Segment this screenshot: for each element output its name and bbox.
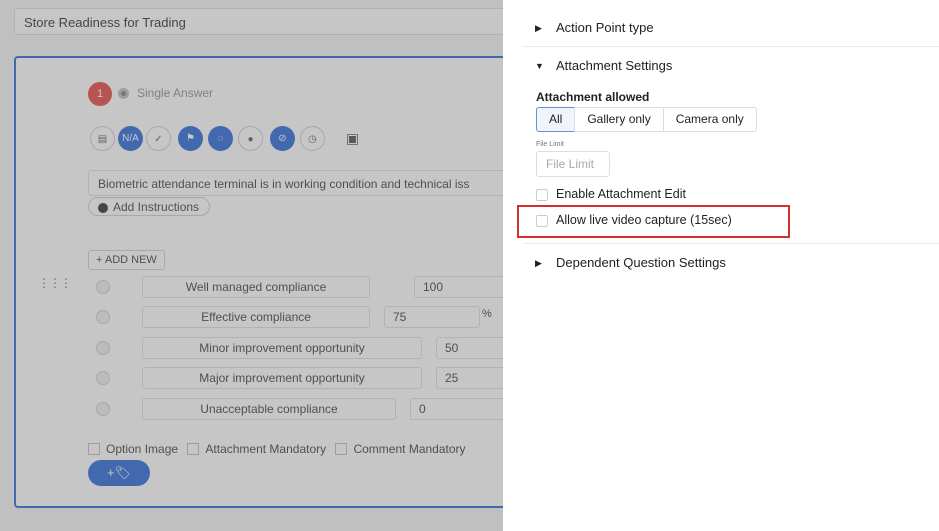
file-limit-input[interactable]: File Limit <box>536 151 610 177</box>
option-score[interactable]: 100 <box>414 276 503 298</box>
option-settings-row: Option Image Attachment Mandatory Commen… <box>88 442 472 456</box>
messages-icon[interactable]: ▣ <box>340 126 365 151</box>
attachment-option-all[interactable]: All <box>536 107 576 132</box>
option-score[interactable]: 50 <box>436 337 503 359</box>
option-image-label: Option Image <box>106 442 179 456</box>
clock-icon[interactable]: ◷ <box>300 126 325 151</box>
section-title: Dependent Question Settings <box>556 255 726 270</box>
attachment-option-camera[interactable]: Camera only <box>662 107 757 132</box>
option-score[interactable]: 25 <box>436 367 503 389</box>
add-instructions-button[interactable]: Add Instructions <box>88 197 211 216</box>
question-type-label: Single Answer <box>137 86 214 100</box>
percent-sign: % <box>482 308 492 320</box>
na-icon[interactable]: N/A <box>118 126 143 151</box>
option-label[interactable]: Well managed compliance <box>142 276 370 298</box>
drag-handle-icon[interactable]: ⋮⋮⋮ <box>38 276 72 290</box>
option-label[interactable]: Minor improvement opportunity <box>142 337 422 359</box>
section-title: Action Point type <box>556 20 654 35</box>
attachment-mandatory-checkbox[interactable] <box>187 443 200 455</box>
option-radio[interactable] <box>96 280 110 294</box>
chat-icon[interactable]: ◌ <box>208 126 233 151</box>
file-limit-label: File Limit <box>536 141 565 148</box>
option-radio[interactable] <box>96 310 110 324</box>
section-title: Attachment Settings <box>556 58 673 73</box>
check-icon[interactable]: ✓ <box>146 126 171 151</box>
attachment-option-gallery[interactable]: Gallery only <box>574 107 664 132</box>
highlight-box <box>517 205 790 238</box>
attachment-mandatory-label: Attachment Mandatory <box>205 442 327 456</box>
comment-icon[interactable]: ● <box>238 126 263 151</box>
form-title-input[interactable]: Store Readiness for Trading <box>14 8 503 35</box>
attachment-allowed-segment: All Gallery only Camera only <box>536 107 757 132</box>
comment-mandatory-checkbox[interactable] <box>335 443 348 455</box>
comment-mandatory-label: Comment Mandatory <box>353 442 466 456</box>
question-type-radio-icon[interactable] <box>118 88 129 99</box>
option-image-checkbox[interactable] <box>88 443 100 455</box>
caret-down-icon: ▼ <box>535 61 544 71</box>
question-editor: Store Readiness for Trading 1 Single Ans… <box>0 0 503 531</box>
option-radio[interactable] <box>96 341 110 355</box>
enable-attachment-edit-label: Enable Attachment Edit <box>556 187 686 201</box>
dependent-question-settings-section[interactable]: ▶ Dependent Question Settings <box>523 244 939 282</box>
enable-attachment-edit-checkbox[interactable] <box>536 189 548 201</box>
bullet-icon <box>98 203 108 213</box>
option-score[interactable]: 75 <box>384 306 480 328</box>
option-radio[interactable] <box>96 402 110 416</box>
option-score[interactable]: 0 <box>410 398 503 420</box>
caret-right-icon: ▶ <box>535 23 542 33</box>
option-label[interactable]: Unacceptable compliance <box>142 398 396 420</box>
option-radio[interactable] <box>96 371 110 385</box>
action-point-type-section[interactable]: ▶ Action Point type <box>523 9 939 47</box>
settings-drawer: ▶ Action Point type ▼ Attachment Setting… <box>503 0 939 531</box>
question-text-input[interactable]: Biometric attendance terminal is in work… <box>88 170 503 196</box>
question-card[interactable]: 1 Single Answer ▤ N/A ✓ ⚑ ◌ ● ⊘ ◷ ▣ Biom… <box>14 56 503 508</box>
attachment-settings-section[interactable]: ▼ Attachment Settings <box>523 47 939 85</box>
option-label[interactable]: Major improvement opportunity <box>142 367 422 389</box>
paperclip-icon[interactable]: ⊘ <box>270 126 295 151</box>
caret-right-icon: ▶ <box>535 258 542 268</box>
add-instructions-label: Add Instructions <box>113 200 200 214</box>
file-plus-icon[interactable]: ▤ <box>90 126 115 151</box>
question-number-badge: 1 <box>88 82 112 106</box>
option-label[interactable]: Effective compliance <box>142 306 370 328</box>
add-tag-button[interactable]: +🏷 <box>88 460 150 486</box>
attachment-allowed-label: Attachment allowed <box>536 90 650 104</box>
flag-icon[interactable]: ⚑ <box>178 126 203 151</box>
add-new-option-button[interactable]: + ADD NEW <box>88 250 165 270</box>
